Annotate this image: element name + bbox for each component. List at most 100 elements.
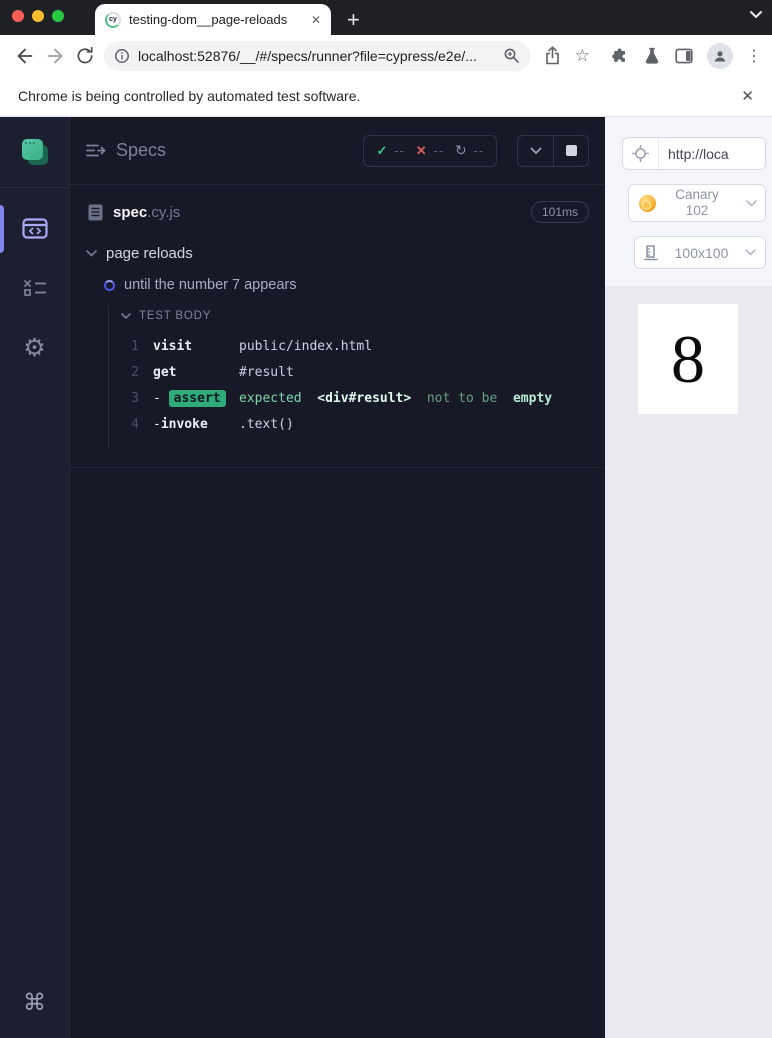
tab-search-chevron-icon[interactable] [749,10,763,19]
aut-stage: 8 [605,286,772,1038]
run-controls [517,134,589,167]
keyboard-shortcuts-button[interactable]: ⌘ [23,989,46,1016]
command-row-invoke[interactable]: 4 -invoke .text() [109,412,605,437]
viewport-selector[interactable]: 100x100 [634,236,766,269]
passed-count: -- [394,143,405,158]
browser-menu-icon[interactable]: ⋮ [746,46,762,66]
aut-panel: http://loca Canary 102 100x100 8 [605,117,772,1038]
command-row-assert[interactable]: 3 - assert expected <div#result> not to … [109,386,605,411]
aut-url-text: http://loca [668,145,729,162]
refresh-button[interactable] [70,41,100,71]
spec-name: spec.cy.js [113,203,181,221]
minimize-window-button[interactable] [32,10,44,22]
bookmark-star-icon[interactable]: ☆ [575,46,590,66]
pending-count: -- [473,143,484,158]
aut-url-bar[interactable]: http://loca [622,137,766,170]
assert-message: expected <div#result> not to be empty [239,391,553,406]
command-message: .text() [239,417,294,432]
collapse-chevron-button[interactable] [518,136,553,166]
command-name: visit [153,339,193,354]
active-nav-indicator [0,205,4,253]
infobar-message: Chrome is being controlled by automated … [18,88,361,104]
forward-button[interactable] [40,41,70,71]
browser-label: Canary 102 [675,186,719,218]
tab-strip: cy testing-dom__page-reloads ✕ + [0,0,772,35]
site-info-icon[interactable] [114,48,130,64]
sidebar-nav: ⚙ [21,188,49,360]
viewport-label: 100x100 [674,244,729,261]
command-number: 1 [131,339,139,354]
test-title: until the number 7 appears [124,277,297,293]
settings-gear-icon: ⚙ [23,333,46,362]
fullscreen-window-button[interactable] [52,10,64,22]
address-bar[interactable]: localhost:52876/__/#/specs/runner?file=c… [104,40,530,71]
selector-playground-icon[interactable] [623,138,659,169]
spec-file-row[interactable]: spec.cy.js 101ms [70,185,605,233]
viewport-chevron-icon [745,249,756,256]
test-body-toggle[interactable]: TEST BODY [109,306,605,326]
tab-title: testing-dom__page-reloads [129,12,288,27]
zoom-page-icon[interactable] [503,47,520,64]
suite-title: page reloads [106,245,193,262]
test-body-title: TEST BODY [139,310,212,322]
command-name: get [153,365,177,380]
extension-area: ⋮ [610,42,762,69]
assert-badge: assert [168,390,226,407]
result-number: 8 [671,320,705,397]
failed-count: -- [433,143,444,158]
test-row[interactable]: until the number 7 appears [70,277,605,293]
specs-menu-icon[interactable] [86,143,106,158]
stop-icon [565,145,577,156]
command-number: 4 [131,417,139,432]
cypress-app: ⚙ ⌘ Specs ✓ -- ✕ -- ↻ -- spec.cy.js 101m… [0,117,772,1038]
stop-run-button[interactable] [553,135,588,166]
command-row-get[interactable]: 2 get #result [109,360,605,385]
cypress-logo-button[interactable] [0,117,69,188]
cypress-reporter: Specs ✓ -- ✕ -- ↻ -- spec.cy.js 101ms pa… [70,117,605,1038]
url-text: localhost:52876/__/#/specs/runner?file=c… [138,47,477,64]
side-panel-icon[interactable] [674,47,694,65]
traffic-lights [12,10,64,22]
spec-extension: .cy.js [147,203,181,221]
profile-avatar[interactable] [707,42,733,69]
close-window-button[interactable] [12,10,24,22]
omnibox-actions: ☆ [544,46,590,66]
command-name: -invoke [153,417,208,432]
command-number: 3 [131,391,139,406]
command-message: #result [239,365,294,380]
browser-selector[interactable]: Canary 102 [628,184,766,222]
sidebar-item-runs[interactable] [21,276,49,300]
sidebar-item-settings[interactable]: ⚙ [21,333,49,362]
suite-toggle[interactable]: page reloads [70,245,605,262]
new-tab-button[interactable]: + [347,9,360,31]
command-message: public/index.html [239,339,373,354]
browser-chevron-icon [746,199,757,207]
failed-x-icon: ✕ [415,142,427,158]
back-button[interactable] [10,41,40,71]
extensions-puzzle-icon[interactable] [610,46,630,66]
command-row-visit[interactable]: 1 visit public/index.html [109,334,605,359]
specs-browser-icon [21,217,48,239]
reporter-header: Specs ✓ -- ✕ -- ↻ -- [70,117,605,185]
command-name: - assert [153,390,239,407]
command-number: 2 [131,365,139,380]
cypress-logo-icon [21,139,48,165]
sidebar-item-specs[interactable] [21,216,49,240]
ruler-icon [644,244,658,260]
cypress-sidebar: ⚙ ⌘ [0,117,70,1038]
browser-tab[interactable]: cy testing-dom__page-reloads ✕ [95,4,331,35]
infobar-close-icon[interactable]: ✕ [741,87,754,105]
share-icon[interactable] [544,46,561,65]
run-stats[interactable]: ✓ -- ✕ -- ↻ -- [363,134,497,167]
chromelab-flask-icon[interactable] [643,46,661,66]
reporter-title: Specs [116,140,167,160]
passed-check-icon: ✓ [376,142,388,158]
browser-toolbar: localhost:52876/__/#/specs/runner?file=c… [0,35,772,76]
runs-list-icon [23,280,46,296]
tab-close-icon[interactable]: ✕ [311,13,321,27]
spec-duration-badge: 101ms [530,201,589,223]
chrome-canary-icon [639,194,656,212]
spec-document-icon [88,204,103,220]
automation-infobar: Chrome is being controlled by automated … [0,76,772,117]
suite-chevron-icon [86,250,97,257]
